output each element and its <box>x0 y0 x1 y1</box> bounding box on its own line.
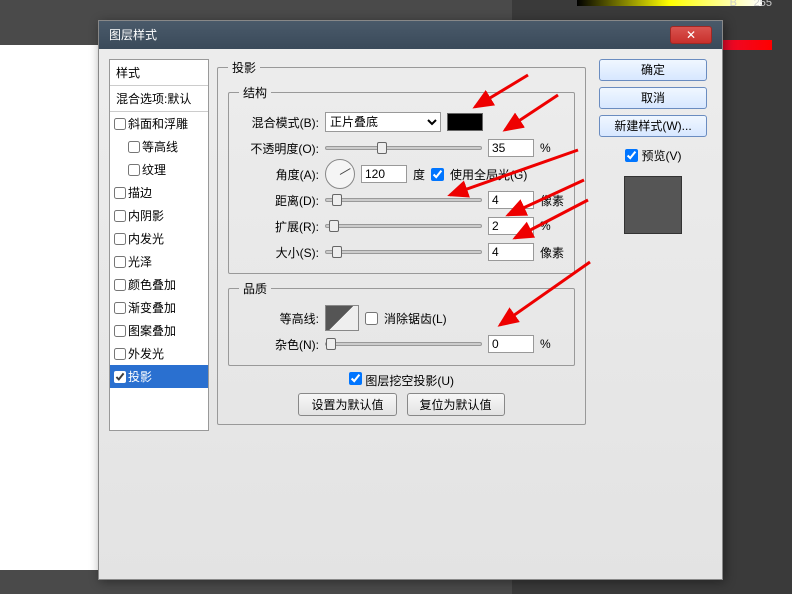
style-item-7[interactable]: 颜色叠加 <box>110 273 208 296</box>
size-input[interactable] <box>488 243 534 261</box>
distance-slider[interactable] <box>325 198 482 202</box>
style-label: 等高线 <box>142 138 178 155</box>
styles-list: 样式 混合选项:默认 斜面和浮雕等高线纹理描边内阴影内发光光泽颜色叠加渐变叠加图… <box>109 59 209 431</box>
style-label: 颜色叠加 <box>128 276 176 293</box>
global-light-checkbox[interactable] <box>431 168 444 181</box>
style-item-10[interactable]: 外发光 <box>110 342 208 365</box>
style-checkbox[interactable] <box>114 325 126 337</box>
distance-input[interactable] <box>488 191 534 209</box>
style-item-1[interactable]: 等高线 <box>110 135 208 158</box>
spread-unit: % <box>540 219 564 233</box>
style-label: 光泽 <box>128 253 152 270</box>
style-label: 纹理 <box>142 161 166 178</box>
titlebar[interactable]: 图层样式 ✕ <box>99 21 722 49</box>
style-label: 内阴影 <box>128 207 164 224</box>
style-checkbox[interactable] <box>128 164 140 176</box>
style-label: 渐变叠加 <box>128 299 176 316</box>
style-item-0[interactable]: 斜面和浮雕 <box>110 112 208 135</box>
style-checkbox[interactable] <box>114 279 126 291</box>
quality-title: 品质 <box>239 280 271 297</box>
knockout-label: 图层挖空投影(U) <box>365 374 454 388</box>
style-item-8[interactable]: 渐变叠加 <box>110 296 208 319</box>
global-light-label: 使用全局光(G) <box>450 166 527 183</box>
antialias-label: 消除锯齿(L) <box>384 310 447 327</box>
style-checkbox[interactable] <box>114 187 126 199</box>
new-style-button[interactable]: 新建样式(W)... <box>599 115 707 137</box>
size-slider[interactable] <box>325 250 482 254</box>
reset-default-button[interactable]: 复位为默认值 <box>407 393 505 416</box>
angle-dial[interactable] <box>325 159 355 189</box>
structure-group: 结构 混合模式(B): 正片叠底 不透明度(O): % <box>228 84 575 274</box>
noise-input[interactable] <box>488 335 534 353</box>
ok-button[interactable]: 确定 <box>599 59 707 81</box>
knockout-checkbox[interactable] <box>349 372 362 385</box>
cancel-button[interactable]: 取消 <box>599 87 707 109</box>
noise-unit: % <box>540 337 564 351</box>
styles-header[interactable]: 样式 <box>110 60 208 86</box>
angle-unit: 度 <box>413 166 425 183</box>
style-checkbox[interactable] <box>114 348 126 360</box>
style-item-2[interactable]: 纹理 <box>110 158 208 181</box>
style-label: 投影 <box>128 368 152 385</box>
size-unit: 像素 <box>540 244 564 261</box>
antialias-checkbox[interactable] <box>365 312 378 325</box>
blend-mode-select[interactable]: 正片叠底 <box>325 112 441 132</box>
drop-shadow-group: 投影 结构 混合模式(B): 正片叠底 不透明度(O): % <box>217 59 586 425</box>
quality-group: 品质 等高线: 消除锯齿(L) 杂色(N): % <box>228 280 575 366</box>
preview-label: 预览(V) <box>642 147 682 164</box>
style-checkbox[interactable] <box>114 118 126 130</box>
angle-input[interactable] <box>361 165 407 183</box>
layer-style-dialog: 图层样式 ✕ 样式 混合选项:默认 斜面和浮雕等高线纹理描边内阴影内发光光泽颜色… <box>98 20 723 580</box>
style-checkbox[interactable] <box>114 371 126 383</box>
style-item-4[interactable]: 内阴影 <box>110 204 208 227</box>
spread-label: 扩展(R): <box>239 218 319 235</box>
set-default-button[interactable]: 设置为默认值 <box>298 393 396 416</box>
contour-picker[interactable] <box>325 305 359 331</box>
size-label: 大小(S): <box>239 244 319 261</box>
preview-checkbox[interactable] <box>625 149 638 162</box>
opacity-label: 不透明度(O): <box>239 140 319 157</box>
b-channel-value: 255 <box>754 0 772 9</box>
shadow-color-swatch[interactable] <box>447 113 483 131</box>
opacity-unit: % <box>540 141 564 155</box>
angle-label: 角度(A): <box>239 166 319 183</box>
style-item-5[interactable]: 内发光 <box>110 227 208 250</box>
style-label: 图案叠加 <box>128 322 176 339</box>
style-checkbox[interactable] <box>114 302 126 314</box>
contour-label: 等高线: <box>239 310 319 327</box>
structure-title: 结构 <box>239 84 271 101</box>
preview-swatch <box>624 176 682 234</box>
distance-unit: 像素 <box>540 192 564 209</box>
style-item-6[interactable]: 光泽 <box>110 250 208 273</box>
distance-label: 距离(D): <box>239 192 319 209</box>
noise-slider[interactable] <box>325 342 482 346</box>
style-checkbox[interactable] <box>114 256 126 268</box>
noise-label: 杂色(N): <box>239 336 319 353</box>
style-item-3[interactable]: 描边 <box>110 181 208 204</box>
spread-slider[interactable] <box>325 224 482 228</box>
style-label: 外发光 <box>128 345 164 362</box>
style-checkbox[interactable] <box>128 141 140 153</box>
style-label: 描边 <box>128 184 152 201</box>
style-checkbox[interactable] <box>114 210 126 222</box>
close-button[interactable]: ✕ <box>670 26 712 44</box>
blend-options-header[interactable]: 混合选项:默认 <box>110 86 208 112</box>
style-item-11[interactable]: 投影 <box>110 365 208 388</box>
blend-mode-label: 混合模式(B): <box>239 114 319 131</box>
style-item-9[interactable]: 图案叠加 <box>110 319 208 342</box>
dialog-title: 图层样式 <box>109 26 157 44</box>
section-title: 投影 <box>228 59 260 76</box>
style-checkbox[interactable] <box>114 233 126 245</box>
spread-input[interactable] <box>488 217 534 235</box>
opacity-slider[interactable] <box>325 146 482 150</box>
style-label: 内发光 <box>128 230 164 247</box>
opacity-input[interactable] <box>488 139 534 157</box>
b-channel-label: B <box>730 0 737 9</box>
style-label: 斜面和浮雕 <box>128 115 188 132</box>
